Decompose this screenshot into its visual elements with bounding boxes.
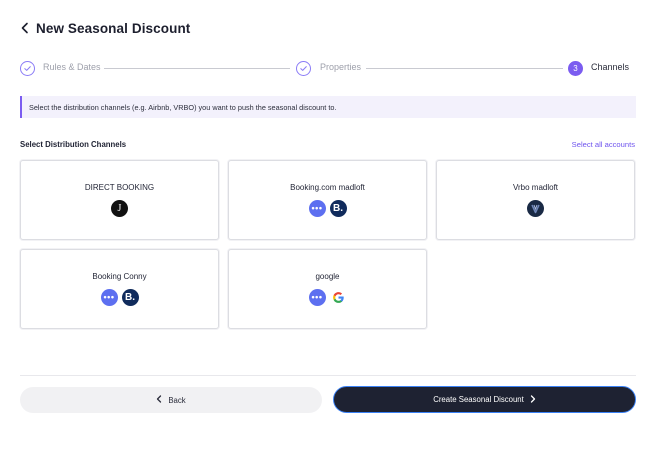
channel-card-google[interactable]: google •••: [228, 249, 427, 329]
more-dots-icon: •••: [308, 289, 326, 306]
section-title: Select Distribution Channels: [20, 140, 127, 149]
back-arrow-icon[interactable]: [20, 18, 36, 38]
channel-card-direct-booking[interactable]: DIRECT BOOKING J: [20, 160, 219, 240]
step-2-label: Properties: [320, 62, 362, 72]
more-dots-icon: •••: [308, 200, 326, 217]
info-banner-text: Select the distribution channels (e.g. A…: [29, 102, 337, 112]
channel-name: Booking Conny: [92, 272, 147, 281]
channel-card-vrbo-madloft[interactable]: Vrbo madloft: [436, 160, 635, 240]
booking-com-icon: B.: [121, 289, 139, 306]
page-header: New Seasonal Discount: [20, 18, 190, 38]
back-button-label: Back: [168, 395, 186, 405]
info-banner: Select the distribution channels (e.g. A…: [20, 96, 636, 118]
step-1-check-icon: [20, 61, 35, 76]
booking-com-icon: B.: [329, 200, 347, 217]
channel-name: Booking.com madloft: [290, 183, 365, 192]
chevron-right-icon: [530, 394, 536, 405]
vrbo-icon: [527, 200, 544, 217]
footer-divider: [20, 375, 636, 376]
direct-booking-icon: J: [111, 200, 128, 217]
page-title: New Seasonal Discount: [36, 20, 191, 36]
channel-card-booking-conny[interactable]: Booking Conny ••• B.: [20, 249, 219, 329]
step-1-label: Rules & Dates: [43, 62, 101, 72]
google-icon: [329, 289, 347, 306]
back-button[interactable]: Back: [20, 387, 322, 413]
step-connector: [366, 68, 563, 69]
more-dots-icon: •••: [100, 289, 118, 306]
step-connector: [104, 68, 290, 69]
select-all-link[interactable]: Select all accounts: [572, 140, 635, 149]
progress-stepper: Rules & Dates Properties 3 Channels: [20, 60, 635, 78]
step-3-number: 3: [568, 61, 583, 76]
channel-name: DIRECT BOOKING: [84, 183, 155, 192]
channel-name: Vrbo madloft: [512, 183, 559, 192]
channel-card-booking-madloft[interactable]: Booking.com madloft ••• B.: [228, 160, 427, 240]
create-button-label: Create Seasonal Discount: [433, 395, 524, 404]
create-seasonal-discount-button[interactable]: Create Seasonal Discount: [333, 386, 636, 413]
step-2-check-icon: [296, 61, 311, 76]
channel-name: google: [315, 272, 340, 281]
step-3-label: Channels: [591, 62, 630, 72]
chevron-left-icon: [156, 395, 162, 405]
